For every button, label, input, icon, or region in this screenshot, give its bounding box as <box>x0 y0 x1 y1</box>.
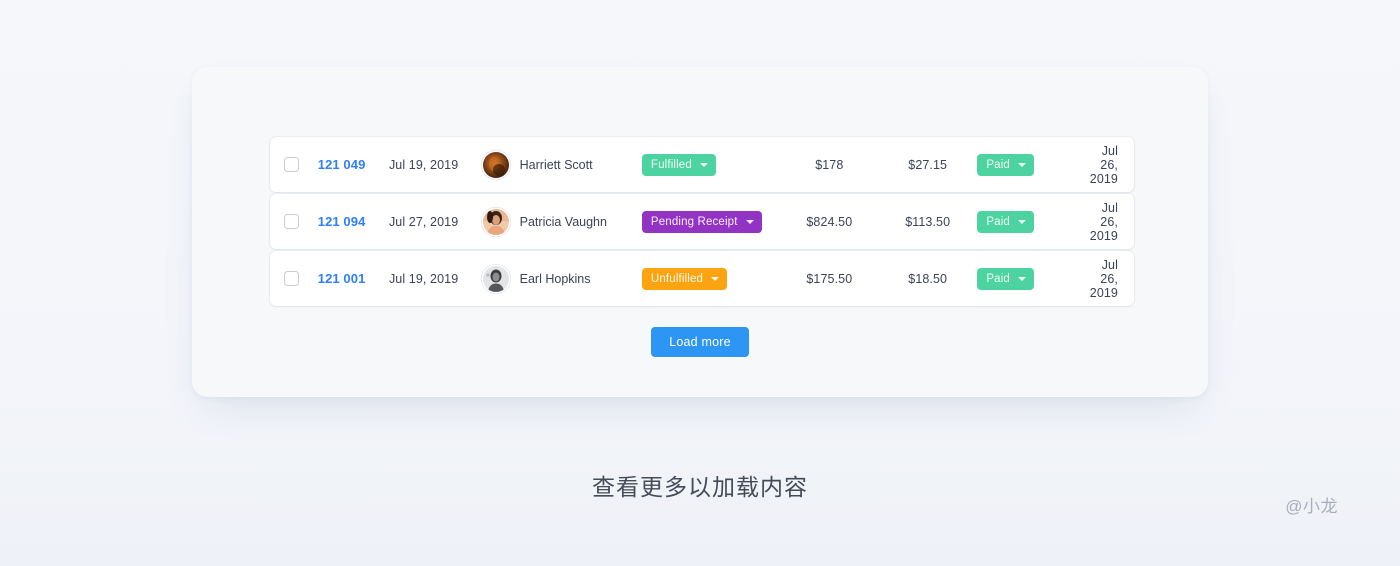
customer-name: Earl Hopkins <box>519 271 591 286</box>
payment-badge-label: Paid <box>986 272 1010 285</box>
payment-badge-label: Paid <box>986 215 1010 228</box>
chevron-down-icon <box>745 219 754 224</box>
payment-badge[interactable]: Paid <box>977 267 1034 290</box>
payment-status-cell: Paid <box>977 153 1089 176</box>
status-badge-label: Unfulfilled <box>650 272 704 285</box>
chevron-down-icon <box>699 162 708 167</box>
chevron-down-icon <box>711 276 720 281</box>
watermark: @小龙 <box>1285 497 1338 516</box>
paid-date: Jul 26, 2019 <box>1089 200 1118 243</box>
payment-status-cell: Paid <box>977 210 1089 233</box>
page-caption: 查看更多以加载内容 <box>592 474 808 500</box>
order-number-cell: 121 049 <box>318 156 389 174</box>
fulfillment-status-cell: Pending Receipt <box>641 210 781 233</box>
table-row[interactable]: 121 094 Jul 27, 2019 Patricia Vaughn Pen… <box>270 194 1134 249</box>
page-canvas: 121 049 Jul 19, 2019 Harriett Scott Fulf… <box>0 0 1400 566</box>
status-badge[interactable]: Unfulfilled <box>641 267 728 290</box>
order-total: $824.50 <box>806 214 853 229</box>
status-badge[interactable]: Fulfilled <box>641 153 716 176</box>
avatar-patricia-vaughn <box>482 208 509 235</box>
paid-date: Jul 26, 2019 <box>1089 143 1118 186</box>
order-number-link[interactable]: 121 094 <box>318 214 366 229</box>
load-more-container: Load more <box>192 327 1208 357</box>
order-date: Jul 19, 2019 <box>388 271 459 286</box>
payment-badge-label: Paid <box>986 158 1010 171</box>
fulfillment-status-cell: Fulfilled <box>641 153 781 176</box>
chevron-down-icon <box>1017 219 1026 224</box>
fulfillment-status-cell: Unfulfilled <box>641 267 781 290</box>
row-checkbox[interactable] <box>284 271 299 286</box>
order-date: Jul 27, 2019 <box>388 214 459 229</box>
payment-status-cell: Paid <box>977 267 1089 290</box>
order-fee: $113.50 <box>905 214 951 229</box>
order-fee: $27.15 <box>908 157 948 172</box>
customer-cell: Earl Hopkins <box>482 265 642 292</box>
avatar-harriett-scott <box>482 151 509 178</box>
customer-cell: Harriett Scott <box>482 151 642 178</box>
customer-name: Patricia Vaughn <box>519 214 607 229</box>
avatar-earl-hopkins <box>482 265 509 292</box>
load-more-button[interactable]: Load more <box>651 327 749 357</box>
order-fee: $18.50 <box>908 271 948 286</box>
order-number-link[interactable]: 121 001 <box>318 271 366 286</box>
orders-panel: 121 049 Jul 19, 2019 Harriett Scott Fulf… <box>192 67 1208 397</box>
order-number-link[interactable]: 121 049 <box>318 157 366 172</box>
order-total: $178 <box>815 157 844 172</box>
status-badge-label: Fulfilled <box>650 158 692 171</box>
row-select-cell <box>284 214 318 229</box>
payment-badge[interactable]: Paid <box>977 210 1034 233</box>
row-select-cell <box>284 271 318 286</box>
order-date: Jul 19, 2019 <box>388 157 459 172</box>
payment-badge[interactable]: Paid <box>977 153 1034 176</box>
status-badge-label: Pending Receipt <box>650 215 738 228</box>
row-checkbox[interactable] <box>284 157 299 172</box>
table-row[interactable]: 121 049 Jul 19, 2019 Harriett Scott Fulf… <box>270 137 1134 192</box>
order-number-cell: 121 001 <box>318 270 389 288</box>
order-total: $175.50 <box>806 271 853 286</box>
chevron-down-icon <box>1017 276 1026 281</box>
customer-name: Harriett Scott <box>519 157 593 172</box>
orders-list: 121 049 Jul 19, 2019 Harriett Scott Fulf… <box>270 137 1134 308</box>
row-checkbox[interactable] <box>284 214 299 229</box>
customer-cell: Patricia Vaughn <box>482 208 642 235</box>
paid-date: Jul 26, 2019 <box>1089 257 1118 300</box>
chevron-down-icon <box>1017 162 1026 167</box>
order-number-cell: 121 094 <box>318 213 389 231</box>
row-select-cell <box>284 157 318 172</box>
table-row[interactable]: 121 001 Jul 19, 2019 Earl Hopkins Unfulf… <box>270 251 1134 306</box>
status-badge[interactable]: Pending Receipt <box>641 210 762 233</box>
